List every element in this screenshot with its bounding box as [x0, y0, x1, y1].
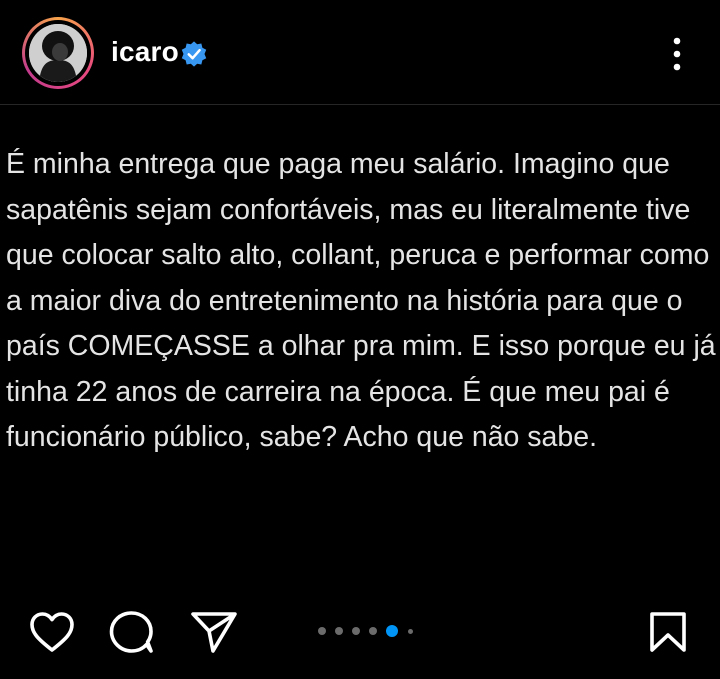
carousel-dot	[408, 629, 413, 634]
send-icon[interactable]	[190, 610, 238, 654]
comment-icon[interactable]	[107, 609, 155, 655]
username[interactable]: icaro	[111, 36, 179, 68]
carousel-dot	[352, 627, 360, 635]
heart-icon[interactable]	[28, 610, 76, 654]
post-header: icaro	[0, 0, 720, 105]
carousel-dot-active	[386, 625, 398, 637]
post-caption: É minha entrega que paga meu salário. Im…	[6, 148, 716, 453]
carousel-dot	[335, 627, 343, 635]
carousel-dot	[369, 627, 377, 635]
avatar[interactable]	[22, 17, 94, 89]
avatar-image	[29, 24, 87, 82]
more-vertical-icon[interactable]	[660, 34, 694, 74]
bookmark-icon[interactable]	[648, 610, 688, 654]
carousel-indicator	[318, 625, 418, 637]
carousel-dot	[318, 627, 326, 635]
verified-badge-icon	[181, 41, 207, 67]
